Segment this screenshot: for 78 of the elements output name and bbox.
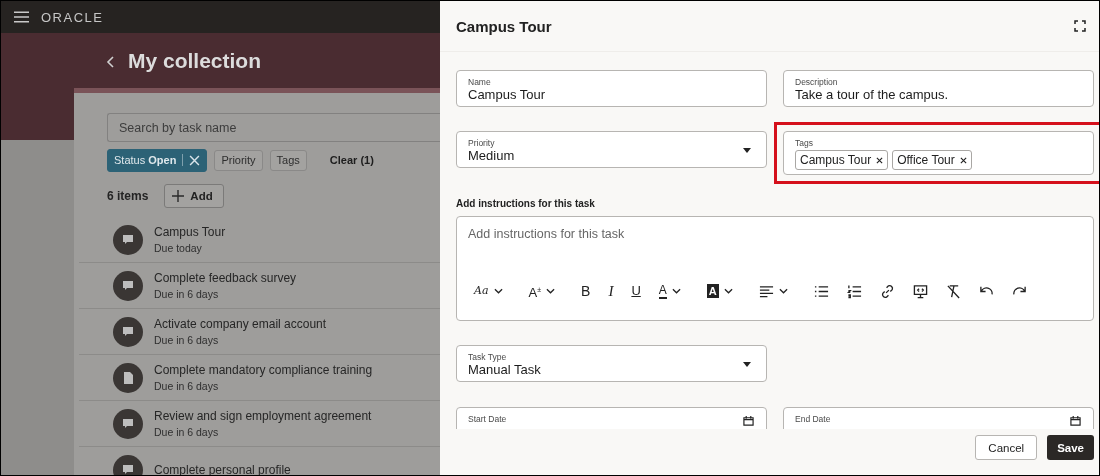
instructions-editor[interactable]: Add instructions for this task Aa A$^{±}$ B I U A A [456,216,1094,321]
chat-icon [113,270,143,301]
bold-tool-button[interactable]: B [581,283,591,300]
numbers-icon [846,283,862,299]
filter-chip[interactable]: Priority [214,149,263,171]
media-tool-button[interactable] [912,283,928,299]
task-name: Review and sign employment agreement [154,409,372,423]
priority-select[interactable]: Priority Medium [456,131,767,168]
clear-icon [945,283,961,299]
link-icon [879,283,895,299]
end-date-field[interactable]: End Date [783,407,1094,429]
instructions-label: Add instructions for this task [456,198,596,209]
page-title: My collection [128,49,262,73]
add-button[interactable]: Add [164,184,224,208]
size-tool-button[interactable]: A$^{±}$ [528,281,556,301]
task-list-item[interactable]: Complete mandatory compliance training Due in 6 days [79,355,440,401]
highlight-tool-button[interactable]: A [706,284,733,299]
chat-icon [113,454,143,475]
document-icon [113,362,143,393]
chat-icon [113,316,143,347]
plus-icon [172,190,185,202]
clear-filters-link[interactable]: Clear (1) [325,154,378,166]
tags-field[interactable]: Tags Campus Tour Office Tour [783,131,1094,175]
chevron-down-icon [493,288,503,295]
media-icon [912,283,928,299]
description-field[interactable]: Description Take a tour of the campus. [783,70,1094,107]
name-field[interactable]: Name Campus Tour [456,70,767,107]
filter-chip[interactable]: Tags [269,149,307,171]
fullscreen-icon[interactable] [1074,20,1086,32]
close-icon[interactable] [189,154,201,166]
calendar-icon[interactable] [743,415,754,426]
chevron-down-icon [671,288,681,295]
task-name: Campus Tour [154,225,226,239]
clear-tool-button[interactable] [945,283,961,299]
bullets-tool-button[interactable] [813,283,829,299]
drawer-title: Campus Tour [456,17,552,35]
task-type-select[interactable]: Task Type Manual Task [456,345,767,382]
item-count: 6 items [107,189,149,203]
cancel-button[interactable]: Cancel [975,435,1038,460]
remove-icon[interactable] [959,156,967,164]
start-date-field[interactable]: Start Date [456,407,767,429]
brand-logo: ORACLE [41,9,104,25]
task-list-item[interactable]: Complete feedback survey Due in 6 days [79,263,440,309]
link-tool-button[interactable] [879,283,895,299]
filter-chip[interactable]: Status Open [107,148,208,172]
task-due-date: Due in 6 days [154,288,220,300]
task-list-item[interactable]: Activate company email account Due in 6 days [79,309,440,355]
chevron-down-icon [546,288,556,295]
tag-chip[interactable]: Office Tour [892,150,972,170]
font-tool-button[interactable]: Aa [474,283,503,300]
tag-chip[interactable]: Campus Tour [795,150,889,170]
calendar-icon[interactable] [1070,415,1081,426]
task-due-date: Due in 6 days [154,380,220,392]
task-list-item[interactable]: Review and sign employment agreement Due in 6 days [79,401,440,447]
task-name: Complete mandatory compliance training [154,363,373,377]
search-field[interactable]: Search by task name [107,113,440,142]
chat-icon [113,224,143,255]
task-due-date: Due today [154,242,203,254]
task-name: Complete feedback survey [154,271,297,285]
task-due-date: Due in 6 days [154,426,220,438]
align-tool-button[interactable] [758,283,788,299]
editor-placeholder: Add instructions for this task [468,227,626,241]
underline-tool-button[interactable]: U [631,283,641,300]
task-list-item[interactable]: Campus Tour Due today [79,217,440,263]
chat-icon [113,408,143,439]
save-button[interactable]: Save [1047,435,1094,460]
numbers-tool-button[interactable] [846,283,862,299]
back-icon[interactable] [106,56,114,68]
italic-tool-button[interactable]: I [608,283,614,300]
color-tool-button[interactable]: A [658,283,681,299]
align-icon [758,283,774,299]
task-due-date: Due in 6 days [154,334,220,346]
menu-icon[interactable] [14,11,29,23]
chevron-down-icon [723,288,733,295]
chevron-down-icon [778,288,788,295]
bullets-icon [813,283,829,299]
task-name: Activate company email account [154,317,327,331]
remove-icon[interactable] [876,156,884,164]
